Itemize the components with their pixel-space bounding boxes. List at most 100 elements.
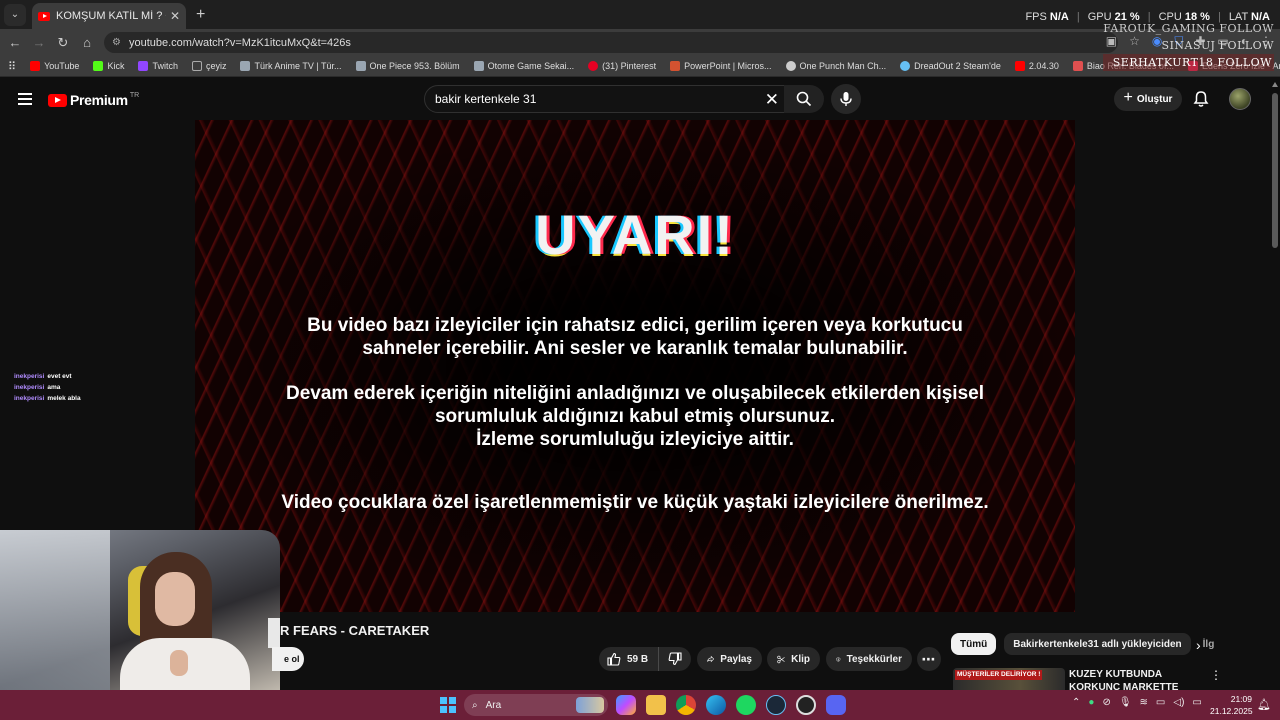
youtube-icon [1014,61,1025,71]
warning-title: UYARI! [535,203,735,266]
bookmark-item[interactable]: One Punch Man Ch... [785,61,886,71]
warning-line: sahneler içerebilir. Ani sesler ve karan… [362,338,908,359]
tab-close-icon[interactable]: ✕ [170,9,180,23]
more-actions-button[interactable]: ⋯ [917,647,941,671]
recommendation-chips: Tümü Bakirkertenkele31 adlı yükleyiciden… [951,633,1221,655]
clear-search-icon[interactable]: ✕ [765,90,779,110]
bookmark-item[interactable]: Otome Game Sekai... [473,61,574,71]
recommended-more-icon[interactable]: ⋮ [1210,668,1222,682]
webcam-overlay [0,530,280,690]
back-arrow-icon[interactable]: ← [3,35,27,50]
chat-username: inekperisi [14,373,45,380]
file-explorer-icon[interactable] [646,695,666,715]
scroll-up-icon[interactable] [1272,82,1278,87]
recommended-video-thumbnail[interactable]: MÜŞTERİLER DELİRİYOR ! [953,668,1065,690]
share-button[interactable]: Paylaş [697,647,762,671]
subscribe-button[interactable]: e ol [272,647,304,671]
scrollbar-thumb[interactable] [1272,93,1278,248]
hamburger-menu-icon[interactable] [18,93,32,105]
bookmark-youtube[interactable]: YouTube [30,61,79,71]
bookmark-item[interactable]: 2.04.30 [1014,61,1059,71]
bookmark-kick[interactable]: Kick [93,61,124,71]
chat-text: ama [47,384,61,391]
like-button[interactable]: 59 B [599,647,659,671]
notifications-button[interactable] [1192,90,1210,108]
warning-line: sorumluluk aldığınızı kabul etmiş olursu… [434,406,836,427]
tray-app-icon[interactable]: ⊘ [1102,697,1110,708]
youtube-favicon-icon [38,11,50,21]
tray-overflow-icon[interactable]: ⌃ [1072,697,1080,708]
new-tab-button[interactable]: + [196,6,205,24]
thumbs-down-icon [668,652,682,666]
chat-text: melek abla [47,395,81,402]
create-button[interactable]: + Oluştur [1114,87,1182,111]
tab-title: KOMŞUM KATİL Mİ ? OVERCOOKED [56,10,166,22]
chip-all[interactable]: Tümü [951,633,997,655]
chevron-right-icon[interactable]: › [1196,637,1201,653]
address-text: youtube.com/watch?v=MzK1itcuMxQ&t=426s [128,36,351,49]
bookmark-powerpoint[interactable]: PowerPoint | Micros... [670,61,772,71]
taskbar-clock[interactable]: 21:09 21.12.2025 [1210,693,1253,717]
site-info-icon[interactable]: ⚙ [112,37,121,48]
chat-username: inekperisi [14,395,45,402]
video-player[interactable]: UYARI! Bu video bazı izleyiciler için ra… [195,120,1075,612]
apps-grid-icon[interactable]: ⠿ [8,60,16,73]
chip-from-uploader[interactable]: Bakirkertenkele31 adlı yükleyiciden [1004,633,1191,655]
user-avatar[interactable] [1229,88,1251,110]
thanks-button[interactable]: $ Teşekkürler [826,647,912,671]
search-button[interactable] [784,85,824,113]
youtube-logo[interactable]: Premium TR [48,92,139,108]
edge-icon[interactable] [706,695,726,715]
home-icon[interactable]: ⌂ [75,35,99,50]
steam-icon [900,61,911,71]
bookmark-folder[interactable]: çeyiz [191,61,226,71]
microphone-icon[interactable]: 🎙︎ [1119,697,1132,708]
bell-icon [1193,91,1209,107]
recommended-video-title[interactable]: KUZEY KUTBUNDA KORKUNÇ MARKETTE ÇALIŞMAK… [1069,668,1204,690]
follow-name: SERHATKURT18 FOLLOW [1103,54,1274,71]
copilot-icon[interactable] [616,695,636,715]
chrome-icon[interactable] [676,695,696,715]
warning-line: Devam ederek içeriğin niteliğini anladığ… [286,383,984,404]
pinterest-icon [588,61,599,71]
dislike-button[interactable] [659,652,691,666]
spotify-icon[interactable] [736,695,756,715]
volume-icon[interactable]: ◁) [1173,697,1184,708]
voice-search-button[interactable] [831,84,861,114]
webcam-person-face [155,572,195,626]
browser-tab-active[interactable]: KOMŞUM KATİL Mİ ? OVERCOOKED ✕ [32,3,186,29]
steam-icon[interactable] [766,695,786,715]
bookmark-twitch[interactable]: Twitch [138,61,178,71]
tray-app-icon[interactable]: ● [1088,697,1094,708]
battery-icon[interactable]: ▭ [1192,697,1201,708]
tab-search-button[interactable]: ⌄ [4,3,26,26]
taskbar-search[interactable]: ⌕ Ara [464,694,608,716]
webcam-person-hand [170,650,188,676]
bookmark-pinterest[interactable]: (31) Pinterest [588,61,656,71]
address-bar[interactable]: ⚙ youtube.com/watch?v=MzK1itcuMxQ&t=426s [104,32,1118,53]
bookmark-item[interactable]: One Piece 953. Bölüm [355,61,460,71]
share-icon [707,655,715,663]
youtube-icon [30,61,41,71]
forward-arrow-icon[interactable]: → [27,35,51,50]
youtube-header: Premium TR bakir kertenkele 31 ✕ + Oluştu… [0,78,1270,120]
bookmark-steam[interactable]: DreadOut 2 Steam'de [900,61,1001,71]
bookmarks-bar: ⠿ YouTube Kick Twitch çeyiz Türk Anime T… [0,56,1280,77]
windows-start-icon[interactable] [440,697,456,713]
youtube-play-icon [48,93,67,107]
chat-message: inekperisi ama [14,382,81,393]
taskbar-apps [616,695,846,715]
bookmark-item[interactable]: Türk Anime TV | Tür... [240,61,342,71]
chip-related[interactable]: İlg [1199,633,1221,655]
reload-icon[interactable]: ↻ [51,35,75,51]
discord-icon[interactable] [826,695,846,715]
obs-icon[interactable] [796,695,816,715]
display-icon[interactable]: ▭ [1156,697,1165,708]
clip-button[interactable]: Klip [767,647,820,671]
search-icon: ⌕ [472,699,478,711]
notification-bell-icon[interactable]: 🔔︎ [1257,698,1271,711]
search-icon [796,91,812,107]
search-input[interactable]: bakir kertenkele 31 ✕ [424,85,788,113]
page-scrollbar[interactable] [1270,78,1280,690]
wifi-icon[interactable]: ≋ [1140,697,1148,708]
